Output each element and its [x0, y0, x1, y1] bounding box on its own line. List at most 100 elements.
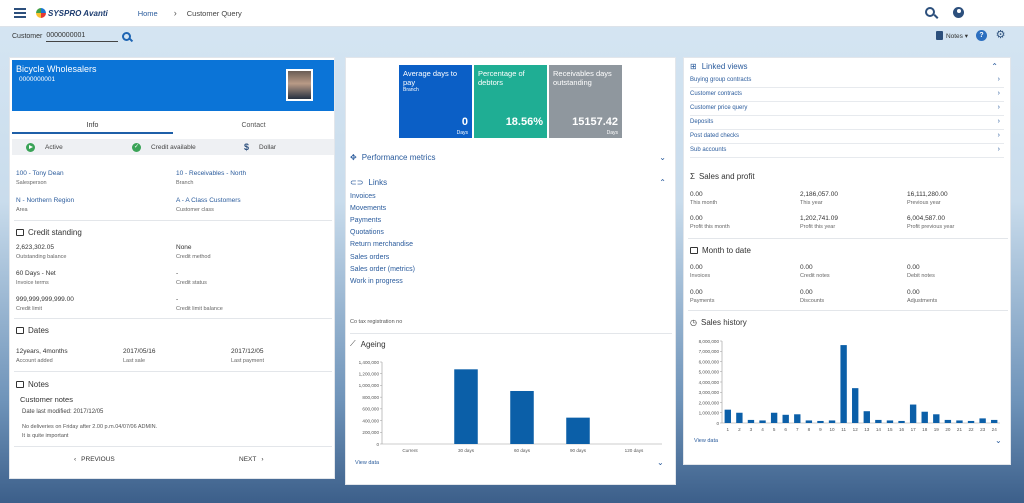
last-sale: 2017/05/16 Last sale — [123, 348, 156, 364]
chevron-down-icon[interactable]: ⌄ — [657, 458, 664, 467]
linked-views-label: Linked views — [701, 62, 748, 71]
ageing-heading: Ageing — [360, 339, 386, 349]
bar — [770, 412, 778, 423]
credit-status: - Credit status — [176, 270, 207, 286]
status-currency: $ Dollar — [244, 142, 276, 152]
previous-label: PREVIOUS — [81, 456, 115, 463]
lv-label: Customer price query — [690, 105, 748, 111]
sp-profit-year-label: Profit this year — [800, 224, 836, 230]
performance-metrics-toggle[interactable]: ✥ Performance metrics ⌄ — [350, 153, 672, 162]
menu-icon[interactable] — [14, 8, 26, 18]
y-tick-label: 5,000,000 — [699, 370, 720, 375]
bar — [794, 414, 801, 423]
tab-info[interactable]: Info — [12, 120, 173, 134]
lv-deposits[interactable]: Deposits › — [690, 116, 1004, 130]
invoice-terms: 60 Days - Net Invoice terms — [16, 270, 56, 286]
x-tick-label: 30 days — [458, 448, 475, 453]
lv-sub-accounts[interactable]: Sub accounts › — [690, 144, 1004, 158]
linked-views-toggle[interactable]: ⊞ Linked views ⌃ — [690, 62, 1004, 71]
customer-search-icon[interactable] — [122, 31, 132, 41]
link-movements[interactable]: Movements — [350, 205, 386, 212]
ageing-view-data[interactable]: View data — [355, 460, 379, 466]
sp-this-month-value: 0.00 — [690, 191, 703, 198]
gear-icon[interactable]: ⚙ — [995, 30, 1006, 41]
x-tick-label: 20 — [945, 427, 951, 432]
customer-notes-heading: Customer notes — [20, 395, 73, 404]
sp-profit-prev-label: Profit previous year — [907, 224, 955, 230]
link-sales-orders[interactable]: Sales orders — [350, 254, 389, 261]
month-to-date-title: Month to date — [690, 246, 751, 255]
breadcrumb-home[interactable]: Home — [138, 9, 158, 18]
previous-button[interactable]: ‹ PREVIOUS — [74, 456, 115, 463]
lv-buying-group-contracts[interactable]: Buying group contracts › — [690, 74, 1004, 88]
external-link-icon: ⊞ — [690, 62, 697, 71]
next-button[interactable]: NEXT › — [239, 456, 264, 463]
y-tick-label: 1,200,000 — [359, 372, 380, 377]
customer-class-value[interactable]: A - A Class Customers — [176, 197, 241, 204]
tab-contact[interactable]: Contact — [173, 120, 334, 134]
x-tick-label: 13 — [864, 427, 870, 432]
sales-history-view-data[interactable]: View data — [694, 438, 718, 444]
credit-method: None Credit method — [176, 244, 211, 260]
linked-views-panel: ⊞ Linked views ⌃ Buying group contracts ›… — [683, 57, 1011, 465]
metrics-icon: ✥ — [350, 153, 357, 162]
breadcrumb-separator: › — [173, 8, 177, 18]
y-tick-label: 2,000,000 — [699, 400, 720, 405]
sales-history-heading: Sales history — [700, 318, 747, 327]
help-icon[interactable]: ? — [976, 30, 987, 41]
mtd-adjustments-label: Adjustments — [907, 298, 938, 304]
last-payment: 2017/12/05 Last payment — [231, 348, 264, 364]
sp-this-month-label: This month — [690, 200, 718, 206]
x-tick-label: Current — [402, 448, 418, 453]
bar — [898, 420, 905, 423]
sp-profit-prev-value: 6,004,587.00 — [907, 215, 945, 222]
y-tick-label: 0 — [376, 442, 379, 447]
salesperson-value[interactable]: 100 - Tony Dean — [16, 170, 64, 177]
x-tick-label: 11 — [841, 427, 846, 432]
mtd-credit-notes-value: 0.00 — [800, 264, 813, 271]
x-tick-label: 16 — [899, 427, 905, 432]
area-value[interactable]: N - Northern Region — [16, 197, 74, 204]
sales-profit-heading: Sales and profit — [698, 172, 755, 181]
bar — [782, 414, 789, 423]
lv-customer-price-query[interactable]: Customer price query › — [690, 102, 1004, 116]
link-sales-order-metrics[interactable]: Sales order (metrics) — [350, 266, 415, 273]
mtd-debit-notes-label: Debit notes — [907, 273, 935, 279]
bar — [747, 419, 755, 423]
branch-value[interactable]: 10 - Receivables - North — [176, 170, 246, 177]
status-active-label: Active — [45, 143, 63, 151]
syspro-logo: SYSPRO Avanti — [36, 8, 108, 18]
customer-label: Customer — [12, 32, 43, 40]
x-tick-label: 5 — [773, 427, 776, 432]
customer-input[interactable] — [46, 30, 119, 42]
chevron-down-icon[interactable]: ⌄ — [995, 436, 1002, 445]
link-invoices[interactable]: Invoices — [350, 193, 376, 200]
mtd-invoices-label: Invoices — [690, 273, 711, 279]
tile-pct-debtors[interactable]: Percentage of debtors 18.56% — [474, 65, 547, 138]
search-icon[interactable] — [925, 7, 935, 17]
top-bar: SYSPRO Avanti Home › Customer Query — [0, 0, 1024, 27]
last-payment-label: Last payment — [231, 358, 265, 364]
tile-receivables-days[interactable]: Receivables days outstanding 15157.42 Da… — [549, 65, 622, 138]
lv-post-dated-checks[interactable]: Post dated checks › — [690, 130, 1004, 144]
last-sale-value: 2017/05/16 — [123, 348, 156, 355]
user-icon[interactable] — [953, 7, 964, 18]
link-work-in-progress[interactable]: Work in progress — [350, 278, 403, 285]
notes-button[interactable]: Notes ▾ — [935, 31, 968, 40]
credit-limit-balance-label: Credit limit balance — [176, 306, 223, 312]
invoice-terms-value: 60 Days - Net — [16, 270, 56, 277]
tile-avg-days[interactable]: Average days to pay Branch 0 Days — [399, 65, 472, 138]
link-return-merchandise[interactable]: Return merchandise — [350, 241, 413, 248]
y-tick-label: 4,000,000 — [699, 380, 720, 385]
last-sale-label: Last sale — [123, 358, 146, 364]
next-label: NEXT — [239, 456, 257, 463]
link-quotations[interactable]: Quotations — [350, 229, 384, 236]
notes-title: Notes — [16, 380, 49, 389]
links-toggle[interactable]: ⊂⊃ Links ⌃ — [350, 178, 672, 187]
bar — [875, 419, 882, 423]
sales-history-title: ◷ Sales history — [690, 318, 747, 327]
lv-customer-contracts[interactable]: Customer contracts › — [690, 88, 1004, 102]
last-payment-value: 2017/12/05 — [231, 348, 264, 355]
link-payments[interactable]: Payments — [350, 217, 381, 224]
status-currency-label: Dollar — [259, 143, 276, 151]
